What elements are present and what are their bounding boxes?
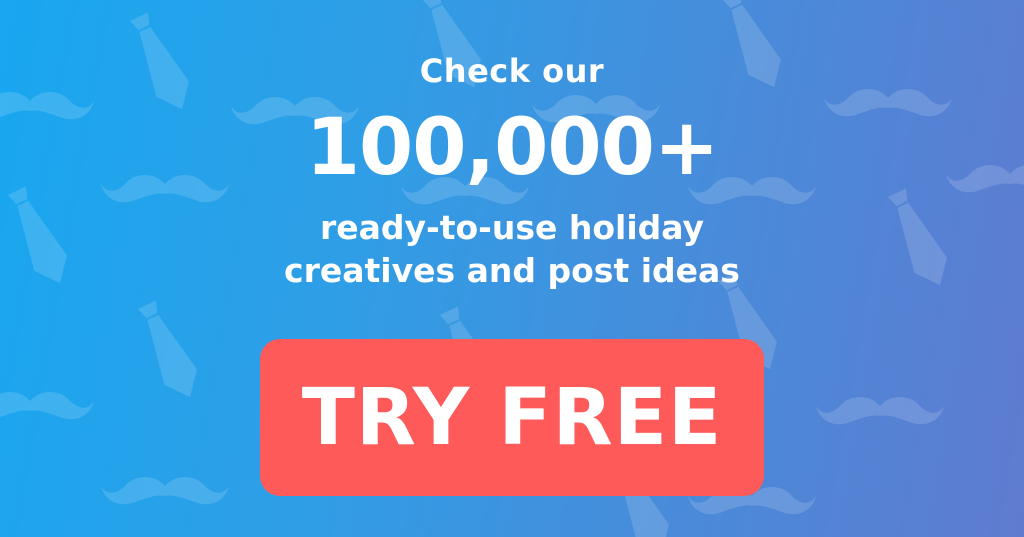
headline-number: 100,000+: [305, 103, 720, 193]
try-free-button[interactable]: TRY FREE: [260, 339, 764, 496]
subtitle-line-1: ready-to-use holiday: [319, 208, 705, 247]
intro-text: Check our: [419, 52, 605, 90]
subtitle-line-2: creatives and post ideas: [284, 251, 740, 290]
promo-banner: Check our 100,000+ ready-to-use holiday …: [0, 0, 1024, 537]
banner-content: Check our 100,000+ ready-to-use holiday …: [0, 0, 1024, 537]
